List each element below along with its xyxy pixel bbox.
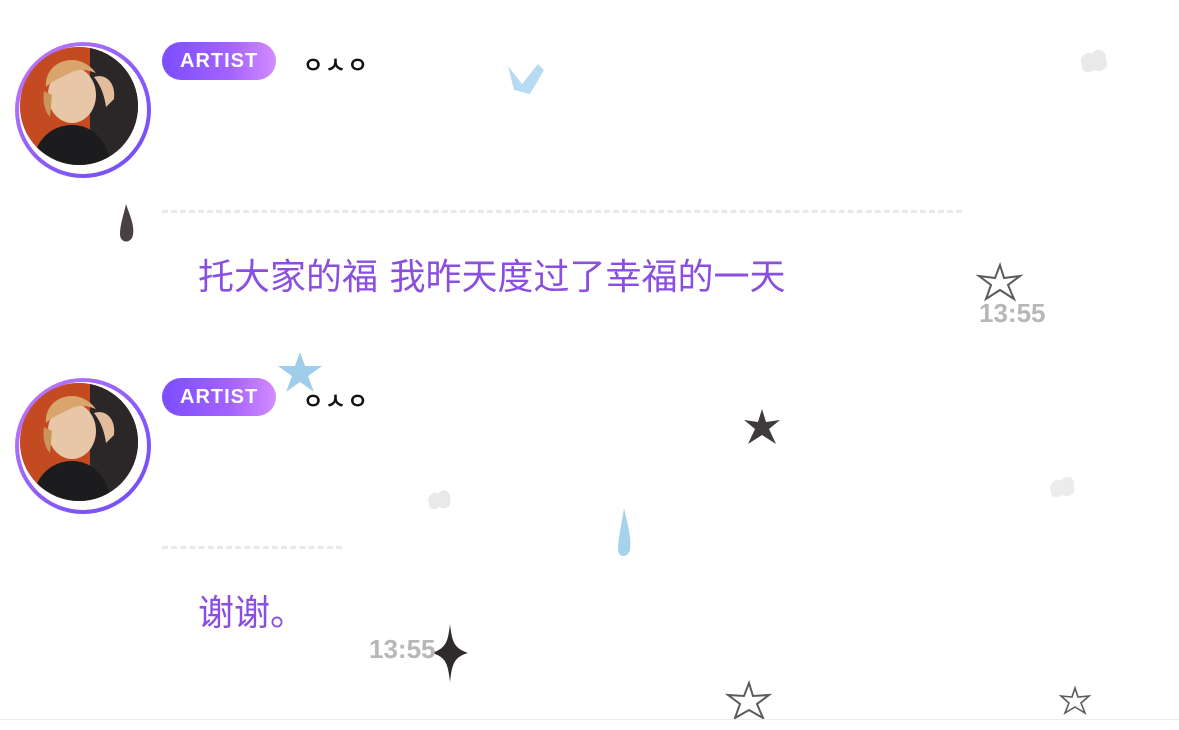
message-timestamp: 13:55 — [369, 634, 436, 664]
sender-name[interactable]: ㅇㅅㅇ — [303, 384, 370, 416]
message-divider — [162, 546, 342, 549]
bottom-divider — [0, 719, 1179, 720]
artist-badge: ARTIST — [162, 378, 277, 416]
artist-photo-icon — [20, 383, 138, 501]
avatar[interactable] — [15, 378, 151, 514]
chat-screen: ARTIST ㅇㅅㅇ 托大家的福 我昨天度过了幸福的一天 13:55 ARTIS… — [0, 0, 1179, 730]
avatar-photo — [20, 383, 138, 501]
chat-message: ARTIST ㅇㅅㅇ 谢谢。 13:55 — [0, 0, 1179, 730]
message-text: 谢谢。 — [198, 593, 307, 634]
